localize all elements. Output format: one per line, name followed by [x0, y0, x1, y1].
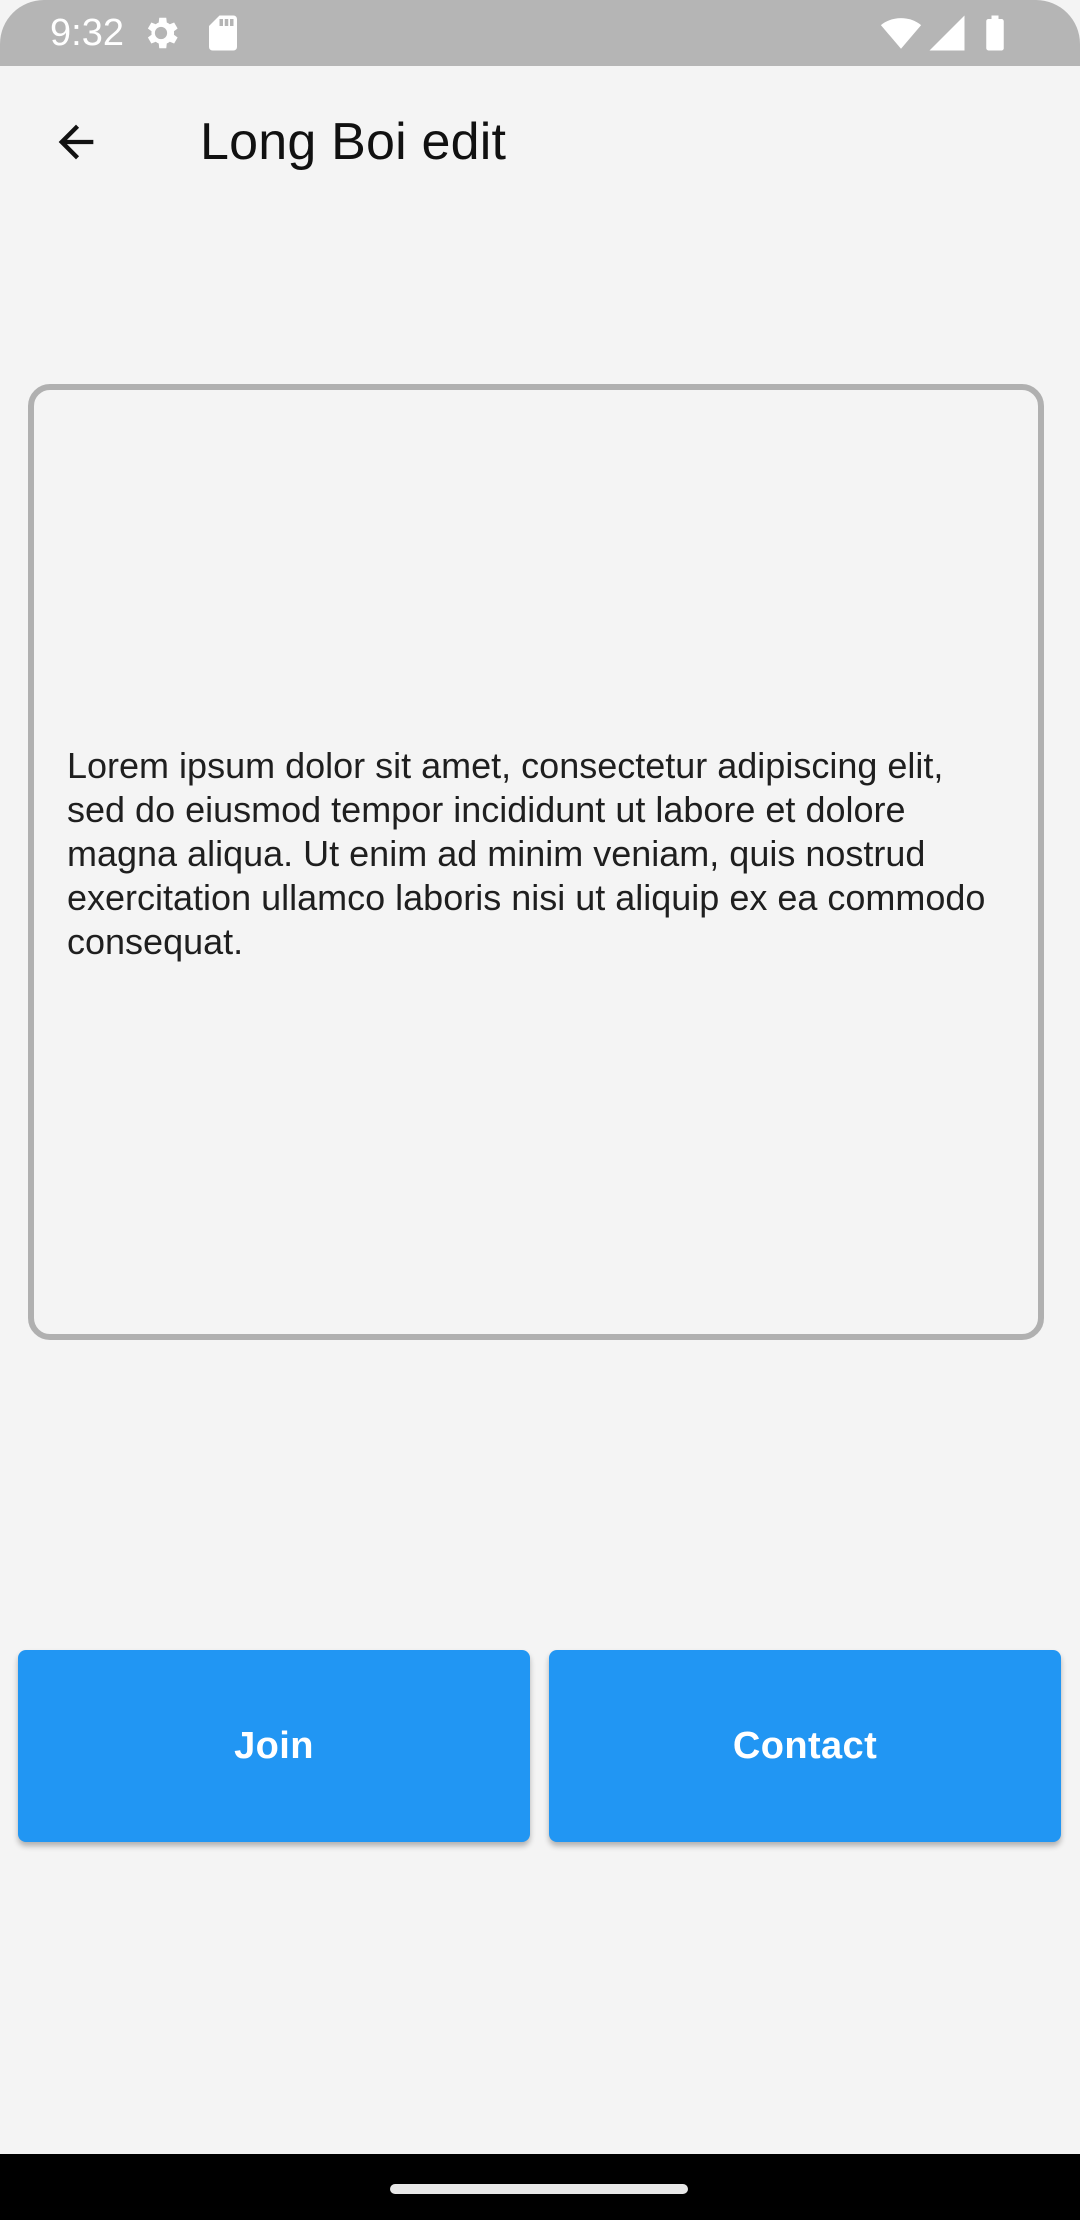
contact-button[interactable]: Contact	[549, 1650, 1061, 1842]
text-card: Lorem ipsum dolor sit amet, consectetur …	[28, 384, 1044, 1340]
wifi-icon	[880, 12, 922, 54]
battery-icon	[974, 12, 1016, 54]
status-time: 9:32	[50, 12, 124, 54]
cell-signal-icon	[926, 12, 968, 54]
navigation-bar	[0, 2154, 1080, 2220]
status-bar: 9:32	[0, 0, 1080, 66]
join-button[interactable]: Join	[18, 1650, 530, 1842]
join-button-label: Join	[234, 1724, 314, 1767]
contact-button-label: Contact	[732, 1724, 878, 1767]
sd-card-icon	[202, 12, 244, 54]
back-button[interactable]	[34, 102, 118, 186]
body-text: Lorem ipsum dolor sit amet, consectetur …	[67, 745, 986, 962]
settings-gear-icon	[140, 12, 182, 54]
app-bar: Long Boi edit	[0, 66, 1080, 222]
home-gesture-handle[interactable]	[390, 2184, 688, 2194]
page-title: Long Boi edit	[200, 113, 507, 171]
arrow-left-icon	[50, 116, 102, 173]
screen: 9:32 Long Boi edit Lorem ipsum dolor sit…	[0, 0, 1080, 2220]
